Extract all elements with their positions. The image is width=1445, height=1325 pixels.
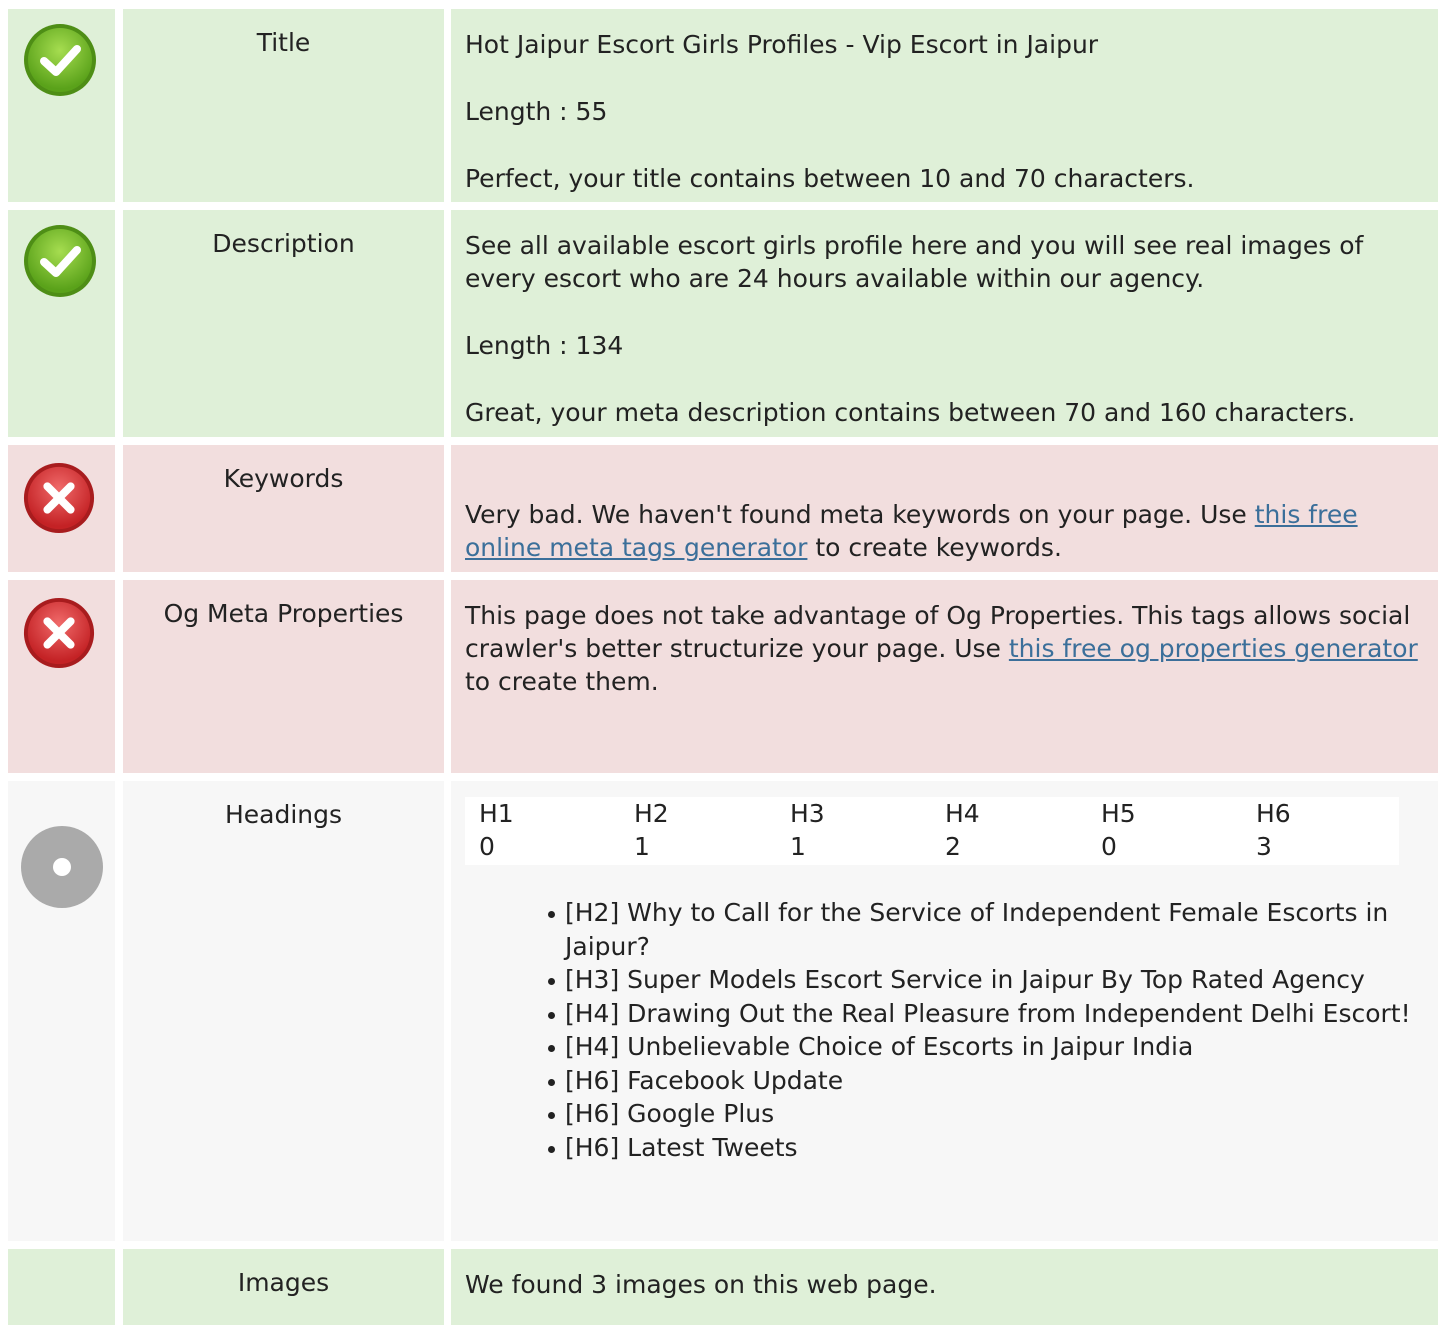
og-properties-row: Og Meta Properties This page does not ta… (0, 580, 1445, 773)
status-cell (8, 1249, 115, 1325)
row-content: Hot Jaipur Escort Girls Profiles - Vip E… (451, 9, 1438, 202)
status-cell (8, 580, 115, 773)
status-cell (8, 210, 115, 437)
status-cell (8, 445, 115, 572)
row-label: Headings (123, 781, 444, 1241)
heading-column: H1 0 (479, 799, 514, 861)
row-label: Title (123, 9, 444, 202)
title-message: Perfect, your title contains between 10 … (465, 164, 1195, 193)
heading-column: H5 0 (1101, 799, 1136, 861)
status-cell (8, 9, 115, 202)
row-label: Description (123, 210, 444, 437)
check-circle-icon (22, 22, 98, 98)
description-length: Length : 134 (465, 331, 624, 360)
images-message: We found 3 images on this web page. (465, 1270, 937, 1299)
keywords-message: Very bad. We haven't found meta keywords… (465, 500, 1358, 562)
error-x-circle-icon (22, 596, 96, 670)
heading-column: H6 3 (1256, 799, 1291, 861)
error-x-circle-icon (22, 461, 96, 535)
description-message: Great, your meta description contains be… (465, 398, 1356, 427)
list-item: [H6] Latest Tweets (548, 1131, 1424, 1165)
row-content: Very bad. We haven't found meta keywords… (451, 445, 1438, 572)
description-value: See all available escort girls profile h… (465, 231, 1364, 293)
heading-column: H3 1 (790, 799, 825, 861)
title-row: Title Hot Jaipur Escort Girls Profiles -… (0, 9, 1445, 202)
row-content: See all available escort girls profile h… (451, 210, 1438, 437)
heading-column: H2 1 (634, 799, 669, 861)
list-item: [H4] Drawing Out the Real Pleasure from … (548, 997, 1424, 1031)
list-item: [H3] Super Models Escort Service in Jaip… (548, 963, 1424, 997)
headings-count-table: H1 0 H2 1 H3 1 H4 2 H5 0 H6 3 (465, 797, 1399, 865)
list-item: [H4] Unbelievable Choice of Escorts in J… (548, 1030, 1424, 1064)
list-item: [H2] Why to Call for the Service of Inde… (548, 896, 1424, 963)
row-content: H1 0 H2 1 H3 1 H4 2 H5 0 H6 3 [H2] Why t… (451, 781, 1438, 1241)
check-circle-icon (22, 223, 98, 299)
title-length: Length : 55 (465, 97, 608, 126)
og-message: This page does not take advantage of Og … (465, 601, 1418, 696)
headings-list: [H2] Why to Call for the Service of Inde… (465, 896, 1424, 1164)
row-content: This page does not take advantage of Og … (451, 580, 1438, 773)
list-item: [H6] Google Plus (548, 1097, 1424, 1131)
keywords-row: Keywords Very bad. We haven't found meta… (0, 445, 1445, 572)
list-item: [H6] Facebook Update (548, 1064, 1424, 1098)
heading-column: H4 2 (945, 799, 980, 861)
row-label: Og Meta Properties (123, 580, 444, 773)
row-label: Images (123, 1249, 444, 1325)
title-value: Hot Jaipur Escort Girls Profiles - Vip E… (465, 30, 1099, 59)
description-row: Description See all available escort gir… (0, 210, 1445, 437)
images-row: Images We found 3 images on this web pag… (0, 1249, 1445, 1325)
og-properties-generator-link[interactable]: this free og properties generator (1009, 634, 1418, 663)
row-label: Keywords (123, 445, 444, 572)
info-dot-circle-icon (21, 826, 103, 908)
headings-row: Headings H1 0 H2 1 H3 1 H4 2 H5 0 H6 3 [… (0, 781, 1445, 1241)
status-cell (8, 781, 115, 1241)
row-content: We found 3 images on this web page. (451, 1249, 1438, 1325)
seo-report: Title Hot Jaipur Escort Girls Profiles -… (0, 0, 1445, 1325)
